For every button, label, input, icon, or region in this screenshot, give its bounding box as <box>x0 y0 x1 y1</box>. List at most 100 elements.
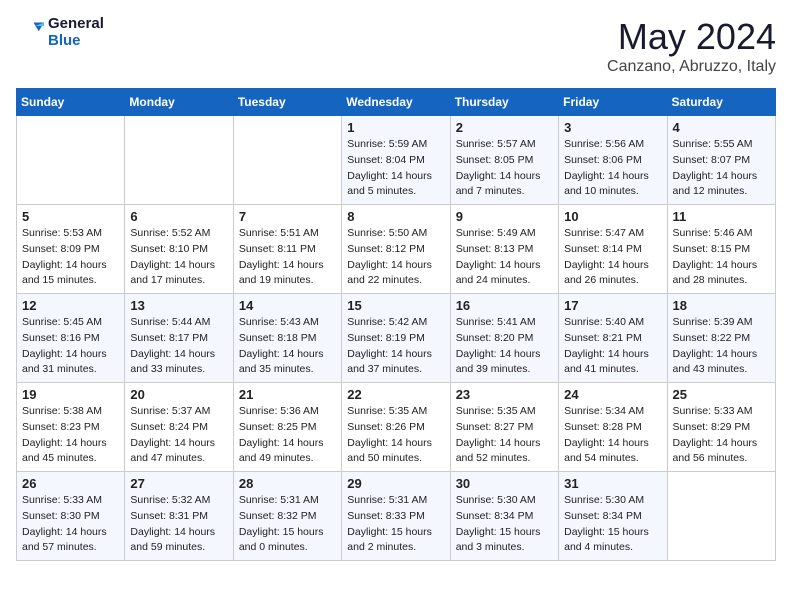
weekday-header-saturday: Saturday <box>667 89 775 116</box>
calendar-cell: 24Sunrise: 5:34 AM Sunset: 8:28 PM Dayli… <box>559 383 667 472</box>
month-title: May 2024 <box>607 16 776 58</box>
weekday-header-tuesday: Tuesday <box>233 89 341 116</box>
day-number: 6 <box>130 209 227 224</box>
calendar-cell: 17 Sunrise: 5:40 AM Sunset: 8:21 PM Dayli… <box>559 294 667 383</box>
day-number: 28 <box>239 476 336 491</box>
calendar-cell <box>667 472 775 561</box>
weekday-header-monday: Monday <box>125 89 233 116</box>
day-info: Sunrise: 5:43 AM Sunset: 8:18 PM Dayligh… <box>239 315 336 378</box>
calendar-cell: 15Sunrise: 5:42 AM Sunset: 8:19 PM Dayli… <box>342 294 450 383</box>
calendar-cell: 11 Sunrise: 5:46 AM Sunset: 8:15 PM Dayli… <box>667 205 775 294</box>
calendar-cell: 14Sunrise: 5:43 AM Sunset: 8:18 PM Dayli… <box>233 294 341 383</box>
title-block: May 2024 Canzano, Abruzzo, Italy <box>607 16 776 76</box>
day-number: 25 <box>673 387 770 402</box>
day-info: Sunrise: 5:55 AM Sunset: 8:07 PM Dayligh… <box>673 137 770 200</box>
weekday-header-row: SundayMondayTuesdayWednesdayThursdayFrid… <box>17 89 776 116</box>
day-info: Sunrise: 5:34 AM Sunset: 8:28 PM Dayligh… <box>564 404 661 467</box>
day-number: 11 <box>673 209 770 224</box>
calendar-cell: 8Sunrise: 5:50 AM Sunset: 8:12 PM Daylig… <box>342 205 450 294</box>
day-info: Sunrise: 5:44 AM Sunset: 8:17 PM Dayligh… <box>130 315 227 378</box>
day-number: 9 <box>456 209 553 224</box>
calendar-cell: 9 Sunrise: 5:49 AM Sunset: 8:13 PM Daylig… <box>450 205 558 294</box>
calendar-cell: 31 Sunrise: 5:30 AM Sunset: 8:34 PM Dayli… <box>559 472 667 561</box>
day-info: Sunrise: 5:41 AM Sunset: 8:20 PM Dayligh… <box>456 315 553 378</box>
day-info: Sunrise: 5:31 AM Sunset: 8:32 PM Dayligh… <box>239 493 336 556</box>
day-info: Sunrise: 5:38 AM Sunset: 8:23 PM Dayligh… <box>22 404 119 467</box>
day-number: 16 <box>456 298 553 313</box>
logo: General Blue <box>16 16 104 49</box>
day-info: Sunrise: 5:37 AM Sunset: 8:24 PM Dayligh… <box>130 404 227 467</box>
calendar-cell: 25 Sunrise: 5:33 AM Sunset: 8:29 PM Dayli… <box>667 383 775 472</box>
day-number: 31 <box>564 476 661 491</box>
day-info: Sunrise: 5:31 AM Sunset: 8:33 PM Dayligh… <box>347 493 444 556</box>
weekday-header-wednesday: Wednesday <box>342 89 450 116</box>
calendar-week-1: 1Sunrise: 5:59 AM Sunset: 8:04 PM Daylig… <box>17 116 776 205</box>
calendar-cell <box>233 116 341 205</box>
day-info: Sunrise: 5:33 AM Sunset: 8:29 PM Dayligh… <box>673 404 770 467</box>
day-info: Sunrise: 5:57 AM Sunset: 8:05 PM Dayligh… <box>456 137 553 200</box>
calendar-cell: 18 Sunrise: 5:39 AM Sunset: 8:22 PM Dayli… <box>667 294 775 383</box>
calendar-cell: 23 Sunrise: 5:35 AM Sunset: 8:27 PM Dayli… <box>450 383 558 472</box>
day-info: Sunrise: 5:53 AM Sunset: 8:09 PM Dayligh… <box>22 226 119 289</box>
day-info: Sunrise: 5:32 AM Sunset: 8:31 PM Dayligh… <box>130 493 227 556</box>
day-number: 8 <box>347 209 444 224</box>
calendar-cell: 19 Sunrise: 5:38 AM Sunset: 8:23 PM Dayli… <box>17 383 125 472</box>
day-number: 21 <box>239 387 336 402</box>
calendar-week-5: 26 Sunrise: 5:33 AM Sunset: 8:30 PM Dayli… <box>17 472 776 561</box>
day-info: Sunrise: 5:39 AM Sunset: 8:22 PM Dayligh… <box>673 315 770 378</box>
day-info: Sunrise: 5:33 AM Sunset: 8:30 PM Dayligh… <box>22 493 119 556</box>
calendar-week-3: 12Sunrise: 5:45 AM Sunset: 8:16 PM Dayli… <box>17 294 776 383</box>
calendar-cell: 7Sunrise: 5:51 AM Sunset: 8:11 PM Daylig… <box>233 205 341 294</box>
calendar-cell: 22 Sunrise: 5:35 AM Sunset: 8:26 PM Dayli… <box>342 383 450 472</box>
calendar-week-4: 19 Sunrise: 5:38 AM Sunset: 8:23 PM Dayli… <box>17 383 776 472</box>
day-number: 19 <box>22 387 119 402</box>
day-number: 1 <box>347 120 444 135</box>
logo-icon <box>16 19 44 47</box>
day-info: Sunrise: 5:40 AM Sunset: 8:21 PM Dayligh… <box>564 315 661 378</box>
day-info: Sunrise: 5:35 AM Sunset: 8:27 PM Dayligh… <box>456 404 553 467</box>
day-info: Sunrise: 5:35 AM Sunset: 8:26 PM Dayligh… <box>347 404 444 467</box>
day-number: 5 <box>22 209 119 224</box>
day-number: 17 <box>564 298 661 313</box>
day-number: 15 <box>347 298 444 313</box>
calendar-cell <box>17 116 125 205</box>
logo-text: General Blue <box>48 16 104 49</box>
calendar-cell <box>125 116 233 205</box>
day-number: 7 <box>239 209 336 224</box>
day-number: 10 <box>564 209 661 224</box>
day-number: 3 <box>564 120 661 135</box>
day-info: Sunrise: 5:49 AM Sunset: 8:13 PM Dayligh… <box>456 226 553 289</box>
weekday-header-sunday: Sunday <box>17 89 125 116</box>
logo-general: General <box>48 16 104 33</box>
weekday-header-friday: Friday <box>559 89 667 116</box>
day-number: 18 <box>673 298 770 313</box>
day-info: Sunrise: 5:30 AM Sunset: 8:34 PM Dayligh… <box>456 493 553 556</box>
calendar-cell: 10 Sunrise: 5:47 AM Sunset: 8:14 PM Dayli… <box>559 205 667 294</box>
calendar-cell: 28 Sunrise: 5:31 AM Sunset: 8:32 PM Dayli… <box>233 472 341 561</box>
day-info: Sunrise: 5:30 AM Sunset: 8:34 PM Dayligh… <box>564 493 661 556</box>
calendar-table: SundayMondayTuesdayWednesdayThursdayFrid… <box>16 88 776 561</box>
calendar-header: SundayMondayTuesdayWednesdayThursdayFrid… <box>17 89 776 116</box>
calendar-cell: 13 Sunrise: 5:44 AM Sunset: 8:17 PM Dayli… <box>125 294 233 383</box>
day-number: 26 <box>22 476 119 491</box>
day-number: 27 <box>130 476 227 491</box>
day-number: 30 <box>456 476 553 491</box>
day-info: Sunrise: 5:46 AM Sunset: 8:15 PM Dayligh… <box>673 226 770 289</box>
day-number: 23 <box>456 387 553 402</box>
calendar-body: 1Sunrise: 5:59 AM Sunset: 8:04 PM Daylig… <box>17 116 776 561</box>
day-number: 20 <box>130 387 227 402</box>
calendar-cell: 12Sunrise: 5:45 AM Sunset: 8:16 PM Dayli… <box>17 294 125 383</box>
calendar-cell: 27 Sunrise: 5:32 AM Sunset: 8:31 PM Dayli… <box>125 472 233 561</box>
location-title: Canzano, Abruzzo, Italy <box>607 58 776 76</box>
day-info: Sunrise: 5:45 AM Sunset: 8:16 PM Dayligh… <box>22 315 119 378</box>
logo-blue: Blue <box>48 33 104 50</box>
calendar-cell: 20 Sunrise: 5:37 AM Sunset: 8:24 PM Dayli… <box>125 383 233 472</box>
day-info: Sunrise: 5:52 AM Sunset: 8:10 PM Dayligh… <box>130 226 227 289</box>
day-info: Sunrise: 5:47 AM Sunset: 8:14 PM Dayligh… <box>564 226 661 289</box>
day-number: 4 <box>673 120 770 135</box>
day-info: Sunrise: 5:56 AM Sunset: 8:06 PM Dayligh… <box>564 137 661 200</box>
day-number: 13 <box>130 298 227 313</box>
calendar-cell: 26 Sunrise: 5:33 AM Sunset: 8:30 PM Dayli… <box>17 472 125 561</box>
calendar-cell: 29Sunrise: 5:31 AM Sunset: 8:33 PM Dayli… <box>342 472 450 561</box>
day-number: 22 <box>347 387 444 402</box>
